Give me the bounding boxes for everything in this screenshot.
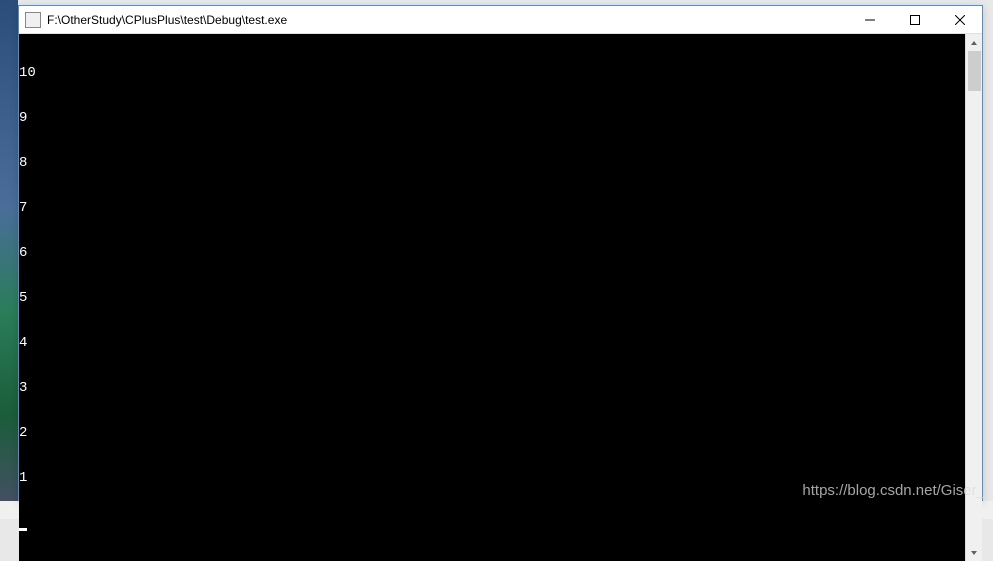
- console-line: 8: [19, 156, 965, 171]
- scroll-track[interactable]: [966, 51, 982, 544]
- console-line: 3: [19, 381, 965, 396]
- vertical-scrollbar[interactable]: [965, 34, 982, 561]
- minimize-button[interactable]: [847, 6, 892, 34]
- console-line: 4: [19, 336, 965, 351]
- console-line: 10: [19, 66, 965, 81]
- console-line: 5: [19, 291, 965, 306]
- scroll-up-button[interactable]: [966, 34, 982, 51]
- window-controls: [847, 6, 982, 33]
- console-line: 7: [19, 201, 965, 216]
- console-cursor-line: [19, 516, 965, 531]
- desktop-background-left: [0, 0, 18, 519]
- console-line: 6: [19, 246, 965, 261]
- close-button[interactable]: [937, 6, 982, 34]
- console-area: 10 9 8 7 6 5 4 3 2 1: [19, 34, 982, 561]
- console-output[interactable]: 10 9 8 7 6 5 4 3 2 1: [19, 34, 965, 561]
- scroll-down-button[interactable]: [966, 544, 982, 561]
- console-window: F:\OtherStudy\CPlusPlus\test\Debug\test.…: [18, 5, 983, 501]
- maximize-button[interactable]: [892, 6, 937, 34]
- console-line: 2: [19, 426, 965, 441]
- titlebar[interactable]: F:\OtherStudy\CPlusPlus\test\Debug\test.…: [19, 6, 982, 34]
- cursor-icon: [19, 528, 27, 531]
- console-line: 9: [19, 111, 965, 126]
- console-line: 1: [19, 471, 965, 486]
- app-icon: [25, 12, 41, 28]
- scroll-thumb[interactable]: [968, 51, 981, 91]
- window-title: F:\OtherStudy\CPlusPlus\test\Debug\test.…: [47, 13, 847, 27]
